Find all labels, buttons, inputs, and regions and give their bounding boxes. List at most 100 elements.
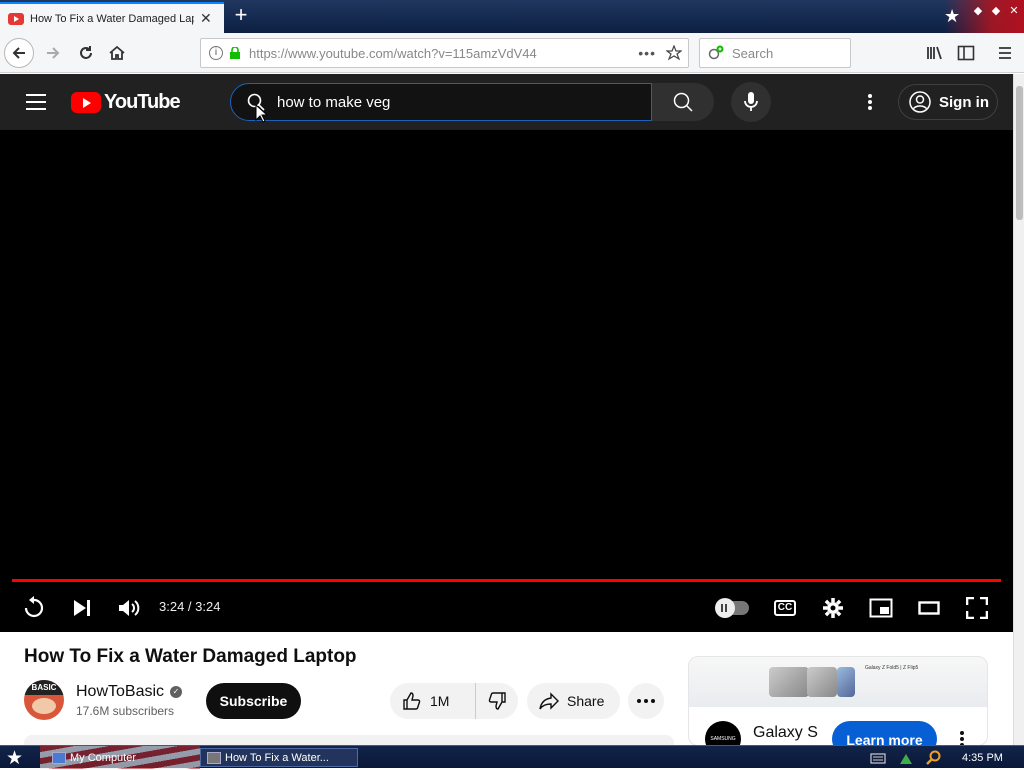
ad-phone-image (769, 667, 809, 697)
page-actions-icon[interactable]: ••• (638, 45, 656, 61)
browser-search-placeholder: Search (732, 45, 774, 61)
bookmark-star-icon[interactable] (666, 45, 682, 61)
mouse-cursor-icon (255, 104, 267, 123)
fullscreen-button[interactable] (964, 595, 990, 621)
reload-button[interactable] (71, 38, 101, 68)
back-arrow-icon (12, 47, 25, 59)
share-arrow-icon (539, 692, 559, 710)
more-actions-button[interactable] (628, 683, 664, 719)
computer-icon (52, 751, 66, 764)
share-button[interactable]: Share (527, 683, 620, 719)
sidebar-icon (957, 45, 975, 61)
sign-in-button[interactable]: Sign in (898, 84, 998, 120)
ad-card[interactable]: Galaxy Z Fold5 | Z Flip5 SAMSUNG Galaxy … (688, 656, 988, 746)
theater-mode-icon (918, 601, 940, 615)
menu-button[interactable] (990, 38, 1020, 68)
library-icon (927, 46, 942, 60)
back-button[interactable] (4, 38, 34, 68)
like-button[interactable]: 1M (390, 683, 476, 719)
clock: 4:35 PM (962, 751, 1003, 764)
forward-button[interactable] (38, 38, 68, 68)
channel-avatar[interactable]: BASIC (24, 680, 64, 720)
page-scrollbar[interactable] (1013, 74, 1024, 745)
sidebar-toggle-button[interactable] (951, 38, 981, 68)
theater-mode-button[interactable] (916, 595, 942, 621)
home-icon (109, 45, 125, 60)
url-text[interactable]: https://www.youtube.com/watch?v=115amzVd… (249, 46, 638, 61)
thumbs-down-icon (488, 692, 506, 710)
video-player[interactable]: 3:24 / 3:24 CC (0, 130, 1013, 632)
settings-kebab-icon[interactable] (860, 92, 880, 112)
search-tray-icon[interactable] (926, 750, 942, 766)
gear-icon (823, 598, 843, 618)
youtube-search-input[interactable]: how to make veg (230, 83, 652, 121)
youtube-search-button[interactable] (652, 83, 714, 121)
subtitles-button[interactable]: CC (772, 595, 798, 621)
browser-search-bar[interactable]: Search (699, 38, 851, 68)
replay-button[interactable] (21, 595, 47, 621)
next-video-button[interactable] (69, 595, 95, 621)
dislike-button[interactable] (476, 691, 518, 711)
youtube-logo-text: YouTube (104, 91, 181, 113)
time-display: 3:24 / 3:24 (159, 599, 221, 614)
voice-search-button[interactable] (731, 82, 771, 122)
like-dislike-group: 1M (390, 683, 518, 719)
youtube-guide-menu-icon[interactable] (26, 94, 46, 110)
browser-tab-bar: How To Fix a Water Damaged Lap ✕ + ★ ◆ ◆… (0, 0, 1024, 33)
close-window-icon[interactable]: ✕ (1007, 4, 1021, 17)
like-count: 1M (430, 693, 450, 709)
minimize-window-icon[interactable]: ◆ (971, 4, 985, 17)
library-button[interactable] (920, 38, 950, 68)
reload-icon (80, 46, 92, 59)
channel-name[interactable]: HowToBasic ✓ (76, 683, 183, 701)
network-icon[interactable] (898, 750, 914, 766)
autoplay-toggle[interactable] (715, 595, 750, 621)
channel-name-text[interactable]: HowToBasic (76, 683, 164, 701)
subscribe-button[interactable]: Subscribe (206, 683, 301, 719)
fullscreen-icon (966, 597, 988, 619)
microphone-icon (744, 92, 758, 111)
youtube-header: YouTube how to make veg Sign in (0, 74, 1013, 130)
mute-button[interactable] (116, 595, 142, 621)
start-button-star-icon[interactable]: ★ (6, 747, 23, 770)
taskbar-item-mycomputer[interactable]: My Computer (46, 748, 196, 767)
sign-in-label: Sign in (939, 93, 989, 111)
search-icon (673, 92, 693, 112)
taskbar-item-browser[interactable]: How To Fix a Water... (200, 748, 358, 767)
learn-more-button[interactable]: Learn more (832, 721, 937, 745)
browser-task-icon (207, 751, 221, 764)
miniplayer-icon (869, 598, 893, 618)
youtube-play-logo-icon (71, 92, 101, 113)
site-info-icon[interactable]: i (209, 46, 223, 60)
tab-close-icon[interactable]: ✕ (200, 10, 212, 27)
ad-phone-image (807, 667, 837, 697)
youtube-logo[interactable]: YouTube (71, 91, 181, 114)
account-circle-icon (909, 91, 931, 113)
replay-icon (24, 596, 44, 618)
tab-title: How To Fix a Water Damaged Lap (30, 12, 194, 25)
hamburger-menu-icon (999, 47, 1011, 59)
browser-nav-bar: i https://www.youtube.com/watch?v=115amz… (0, 33, 1024, 73)
home-button[interactable] (102, 38, 132, 68)
lock-icon (230, 47, 240, 59)
ad-banner-image[interactable]: Galaxy Z Fold5 | Z Flip5 (689, 657, 987, 707)
url-bar[interactable]: i https://www.youtube.com/watch?v=115amz… (200, 38, 689, 68)
settings-button[interactable] (820, 595, 846, 621)
video-title: How To Fix a Water Damaged Laptop (24, 646, 357, 667)
maximize-window-icon[interactable]: ◆ (989, 4, 1003, 17)
volume-icon (119, 600, 140, 616)
description-box[interactable] (24, 735, 674, 745)
ad-title[interactable]: Galaxy S (753, 724, 818, 742)
ad-banner-text: Galaxy Z Fold5 | Z Flip5 (865, 665, 919, 671)
thumbs-up-icon (403, 692, 421, 710)
ad-menu-kebab-icon[interactable] (960, 731, 964, 745)
taskbar-item-label: My Computer (70, 751, 137, 764)
new-tab-button[interactable]: + (228, 4, 254, 28)
browser-tab-active[interactable]: How To Fix a Water Damaged Lap ✕ (0, 2, 224, 33)
progress-bar[interactable] (12, 579, 1001, 582)
scrollbar-thumb[interactable] (1016, 86, 1023, 220)
keyboard-icon[interactable] (870, 752, 886, 764)
search-query-text[interactable]: how to make veg (277, 94, 390, 111)
star-logo-icon: ★ (944, 6, 961, 26)
miniplayer-button[interactable] (868, 595, 894, 621)
